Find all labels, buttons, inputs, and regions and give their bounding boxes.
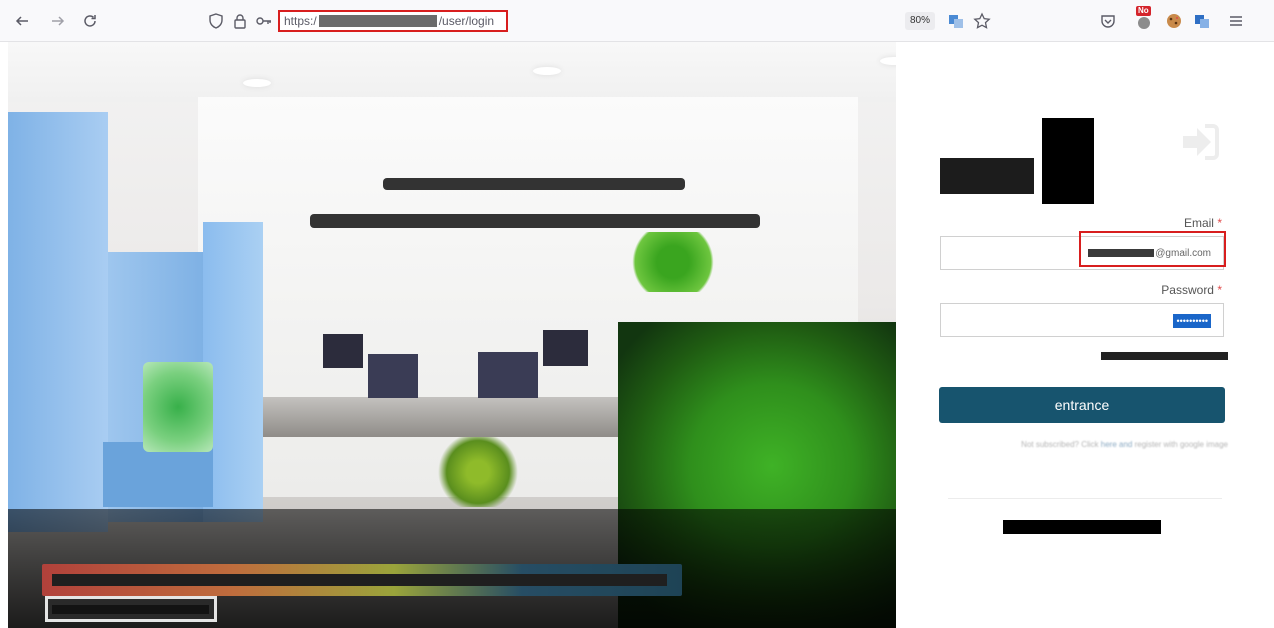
ceiling-light <box>243 79 271 87</box>
required-marker: * <box>1217 283 1222 297</box>
redacted-forgot-link[interactable] <box>1101 352 1228 360</box>
translate-icon[interactable] <box>946 11 966 31</box>
forward-arrow-icon[interactable] <box>48 11 68 31</box>
login-panel: Email * @gmail.com Password * ••••••••••… <box>896 42 1274 628</box>
zoom-level-badge[interactable]: 80% <box>905 12 936 30</box>
photo-chair <box>323 334 363 368</box>
extension-badge: No <box>1136 6 1151 16</box>
translate-extension-icon[interactable] <box>1192 11 1212 31</box>
url-redacted-domain <box>318 14 437 27</box>
address-bar[interactable]: https:/ /user/login <box>278 10 508 32</box>
photo-chair <box>543 330 588 366</box>
shield-icon[interactable] <box>206 11 226 31</box>
password-label: Password * <box>1161 283 1222 297</box>
photo-ceiling <box>8 42 896 102</box>
password-input[interactable]: •••••••••• <box>940 303 1224 337</box>
key-icon[interactable] <box>254 11 274 31</box>
reload-icon[interactable] <box>80 11 100 31</box>
url-path: /user/login <box>438 14 495 28</box>
cookie-extension-icon[interactable] <box>1164 11 1184 31</box>
redacted-footer-text <box>1003 520 1161 534</box>
photo-chair <box>478 352 538 398</box>
redacted-banner-text <box>52 574 667 586</box>
browser-toolbar: https:/ /user/login 80% No <box>0 0 1274 42</box>
email-label: Email * <box>1183 216 1222 230</box>
lock-icon[interactable] <box>230 11 250 31</box>
background-office-photo <box>8 42 896 628</box>
divider <box>948 498 1222 499</box>
pocket-icon[interactable] <box>1098 11 1118 31</box>
entrance-button[interactable]: entrance <box>939 387 1225 423</box>
ceiling-light <box>533 67 561 75</box>
redacted-button-text <box>52 605 209 614</box>
password-value: •••••••••• <box>1173 314 1211 328</box>
url-prefix: https:/ <box>284 14 317 28</box>
photo-plant <box>433 437 523 507</box>
email-highlight-box <box>1079 231 1226 267</box>
redacted-button <box>45 596 217 622</box>
redacted-logo <box>940 158 1034 194</box>
menu-hamburger-icon[interactable] <box>1226 11 1246 31</box>
photo-green-cushion <box>143 362 213 452</box>
register-helper-text: Not subscribed? Click here and register … <box>1021 440 1228 449</box>
redacted-banner <box>42 564 682 596</box>
bookmark-star-icon[interactable] <box>972 11 992 31</box>
sign-in-icon <box>1179 122 1221 162</box>
photo-chair <box>368 354 418 398</box>
redacted-logo <box>1042 118 1094 204</box>
register-link[interactable]: here and <box>1101 440 1133 449</box>
redacted-wall-sign <box>383 178 685 190</box>
back-arrow-icon[interactable] <box>12 11 32 31</box>
redacted-wall-sign <box>310 214 760 228</box>
photo-blue-pod-left <box>8 112 108 532</box>
photo-plant <box>628 232 718 292</box>
required-marker: * <box>1217 216 1222 230</box>
